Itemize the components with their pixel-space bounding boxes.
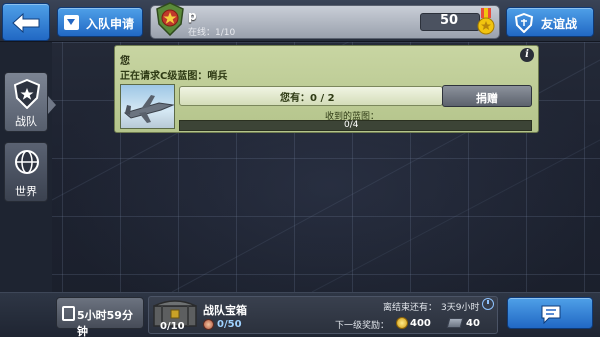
medal-icon [477, 8, 495, 35]
chest-title: 战队宝箱 [203, 304, 247, 317]
squad-emblem-icon [156, 2, 184, 36]
tab-squad-label: 战队 [15, 115, 37, 128]
timer-label: 5小时59分钟 [77, 309, 133, 337]
chat-button[interactable] [507, 297, 593, 329]
chest-count: 0/10 [160, 321, 185, 332]
back-button[interactable] [2, 3, 50, 41]
dropdown-icon [64, 15, 79, 30]
jet-plane-icon [123, 95, 174, 123]
back-arrow-icon [12, 12, 40, 34]
plane-thumbnail [120, 84, 175, 129]
squad-score: 50 [440, 13, 459, 28]
tab-squad[interactable]: 战队 [4, 72, 48, 132]
reward-gold: 400 [410, 318, 431, 329]
token-icon [203, 319, 214, 330]
chat-bubble-icon [541, 305, 561, 324]
donate-label: 捐赠 [476, 92, 498, 105]
squad-name: p [188, 9, 197, 23]
squad-shield-icon [14, 79, 40, 109]
join-requests-button[interactable]: 入队申请 [57, 7, 143, 37]
ends-in-label: 离结束还有： [383, 303, 438, 313]
shield-icon [514, 13, 534, 33]
gold-coin-icon [396, 317, 408, 329]
owned-count-text: 您有：0 / 2 [280, 93, 335, 104]
friendly-battle-label: 友谊战 [541, 17, 578, 31]
parts-icon [446, 318, 464, 328]
token-count: 0/50 [217, 319, 242, 330]
globe-icon [15, 150, 39, 174]
tab-world-label: 世界 [15, 185, 37, 198]
join-requests-label: 入队申请 [86, 17, 135, 31]
request-text: 正在请求C级蓝图：哨兵 [120, 71, 228, 82]
next-reward-label: 下一级奖励： [335, 321, 390, 331]
tab-world[interactable]: 世界 [4, 142, 48, 202]
clock-icon [482, 298, 494, 310]
active-tab-indicator [48, 96, 56, 114]
hourglass-icon [62, 306, 75, 321]
squad-online-count: 在线：1/10 [188, 28, 236, 38]
timer-button[interactable]: 5小时59分钟 [56, 297, 144, 337]
ends-in-value: 3天9小时 [441, 303, 480, 313]
received-progress-text: 0/4 [344, 120, 359, 130]
info-icon[interactable]: i [520, 48, 534, 62]
reward-parts: 40 [466, 318, 480, 329]
donate-button[interactable]: 捐赠 [442, 85, 532, 107]
request-user: 您 [120, 56, 130, 67]
friendly-battle-button[interactable]: 友谊战 [506, 7, 594, 37]
